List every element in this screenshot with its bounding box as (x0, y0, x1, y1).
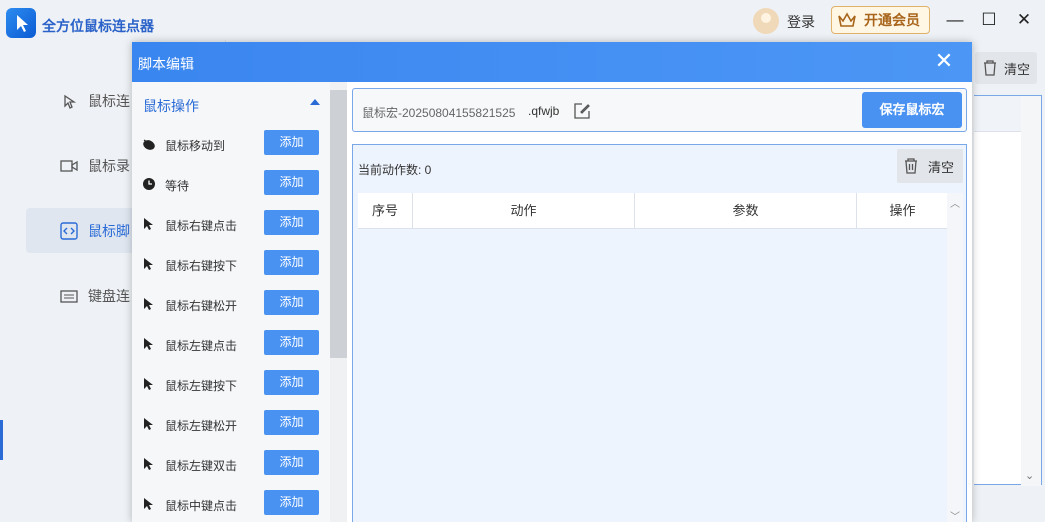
add-operation-button[interactable]: 添加 (264, 290, 319, 315)
background-scrollbar[interactable]: ⌄ (1021, 96, 1041, 486)
column-header-params: 参数 (635, 193, 857, 229)
keyboard-icon (60, 289, 78, 303)
sidebar-item-label: 鼠标脚 (88, 222, 130, 239)
add-operation-button[interactable]: 添加 (264, 330, 319, 355)
cursor-icon (144, 378, 153, 390)
user-avatar-icon[interactable] (753, 8, 779, 34)
column-header-action: 动作 (413, 193, 635, 229)
clock-icon (143, 178, 155, 190)
app-title: 全方位鼠标连点器 (42, 18, 154, 34)
sidebar-accent-strip (0, 420, 3, 460)
add-operation-button[interactable]: 添加 (264, 250, 319, 275)
operations-scrollbar[interactable] (330, 82, 347, 522)
dialog-close-icon[interactable]: ✕ (932, 50, 956, 74)
operation-label: 鼠标中键点击 (165, 499, 238, 513)
macro-extension: .qfwjb (528, 104, 560, 118)
cursor-icon (144, 498, 153, 510)
operation-row: 鼠标右键松开 添加 (132, 284, 330, 324)
operation-label: 等待 (165, 179, 190, 193)
operations-category-label: 鼠标操作 (143, 98, 199, 114)
trash-icon (984, 60, 996, 76)
dialog-header: 脚本编辑 ✕ (132, 42, 972, 82)
operation-label: 鼠标左键双击 (165, 459, 238, 473)
save-macro-button[interactable]: 保存鼠标宏 (862, 92, 962, 128)
maximize-icon[interactable]: ☐ (977, 8, 1001, 32)
add-operation-button[interactable]: 添加 (264, 370, 319, 395)
app-titlebar: 全方位鼠标连点器 登录 开通会员 — ☐ ✕ (0, 0, 1045, 40)
background-list-header (974, 96, 1022, 132)
operation-row: 鼠标左键松开 添加 (132, 404, 330, 444)
add-operation-button[interactable]: 添加 (264, 490, 319, 515)
operation-row: 鼠标移动到 添加 (132, 124, 330, 164)
operation-row: 鼠标中键点击 添加 (132, 484, 330, 522)
cursor-icon (144, 298, 153, 310)
add-operation-button[interactable]: 添加 (264, 170, 319, 195)
operation-label: 鼠标左键点击 (165, 339, 238, 353)
vip-button[interactable]: 开通会员 (831, 6, 930, 34)
cursor-icon (144, 218, 153, 230)
clear-actions-button[interactable]: 清空 (897, 149, 963, 183)
operation-row: 鼠标右键按下 添加 (132, 244, 330, 284)
app-logo-icon (6, 8, 36, 38)
background-list-panel: ⌄ (974, 95, 1042, 486)
vip-button-label: 开通会员 (864, 12, 920, 28)
cursor-icon (144, 458, 153, 470)
background-clear-label: 清空 (1004, 61, 1031, 77)
scroll-down-icon[interactable]: ⌄ (1025, 469, 1034, 482)
clear-actions-label: 清空 (928, 159, 955, 175)
operation-row: 鼠标左键点击 添加 (132, 324, 330, 364)
sidebar-item-label: 键盘连 (88, 287, 130, 304)
operations-category-header[interactable]: 鼠标操作 (132, 82, 330, 124)
add-operation-button[interactable]: 添加 (264, 450, 319, 475)
add-operation-button[interactable]: 添加 (264, 410, 319, 435)
column-header-operate: 操作 (889, 203, 916, 218)
table-header: 序号 动作 参数 操作 (358, 193, 948, 229)
cursor-icon (144, 418, 153, 430)
operation-label: 鼠标右键点击 (165, 219, 238, 233)
operation-row: 鼠标右键点击 添加 (132, 204, 330, 244)
scrollbar-thumb[interactable] (330, 90, 347, 358)
crown-icon (838, 12, 856, 27)
login-link[interactable]: 登录 (787, 12, 815, 32)
operation-row: 等待 添加 (132, 164, 330, 204)
operation-label: 鼠标移动到 (165, 139, 226, 153)
operation-row: 鼠标左键按下 添加 (132, 364, 330, 404)
action-count: 当前动作数: 0 (358, 163, 432, 177)
background-clear-button[interactable]: 清空 (975, 52, 1037, 84)
dialog-title: 脚本编辑 (138, 56, 194, 72)
video-record-icon (60, 159, 78, 172)
close-window-icon[interactable]: ✕ (1012, 8, 1036, 32)
column-header-index: 序号 (358, 193, 413, 229)
operation-row: 鼠标左键双击 添加 (132, 444, 330, 484)
mouse-click-icon (64, 94, 77, 109)
table-scrollbar[interactable]: ︿ ﹀ (947, 193, 963, 522)
operation-label: 鼠标左键按下 (165, 379, 238, 393)
code-script-icon (60, 221, 78, 240)
sidebar-item-label: 鼠标连 (88, 92, 130, 109)
operations-panel: 鼠标操作 鼠标移动到 添加 等待 添加 鼠标右键点击 添加 鼠标右键按下 添加 … (132, 82, 347, 522)
operation-label: 鼠标左键松开 (165, 419, 238, 433)
add-operation-button[interactable]: 添加 (264, 210, 319, 235)
action-list-box: 当前动作数: 0 清空 序号 动作 参数 操作 ︿ ﹀ (352, 144, 967, 522)
minimize-icon[interactable]: — (943, 8, 967, 32)
scroll-up-icon[interactable]: ︿ (950, 195, 960, 210)
scroll-down-icon[interactable]: ﹀ (950, 508, 960, 522)
actions-table: 序号 动作 参数 操作 (358, 193, 948, 522)
cursor-icon (144, 258, 153, 270)
sidebar-item-label: 鼠标录 (88, 157, 130, 174)
operation-label: 鼠标右键按下 (165, 259, 238, 273)
trash-icon (905, 158, 917, 174)
macro-name: 鼠标宏-20250804155821525 (362, 106, 516, 120)
mouse-move-icon (143, 139, 155, 150)
add-operation-button[interactable]: 添加 (264, 130, 319, 155)
collapse-arrow-icon[interactable] (310, 99, 320, 105)
cursor-icon (144, 338, 153, 350)
operation-label: 鼠标右键松开 (165, 299, 238, 313)
script-edit-dialog: 脚本编辑 ✕ 鼠标操作 鼠标移动到 添加 等待 添加 鼠标右键点击 添加 鼠标右… (132, 42, 972, 522)
edit-icon[interactable] (573, 102, 591, 120)
